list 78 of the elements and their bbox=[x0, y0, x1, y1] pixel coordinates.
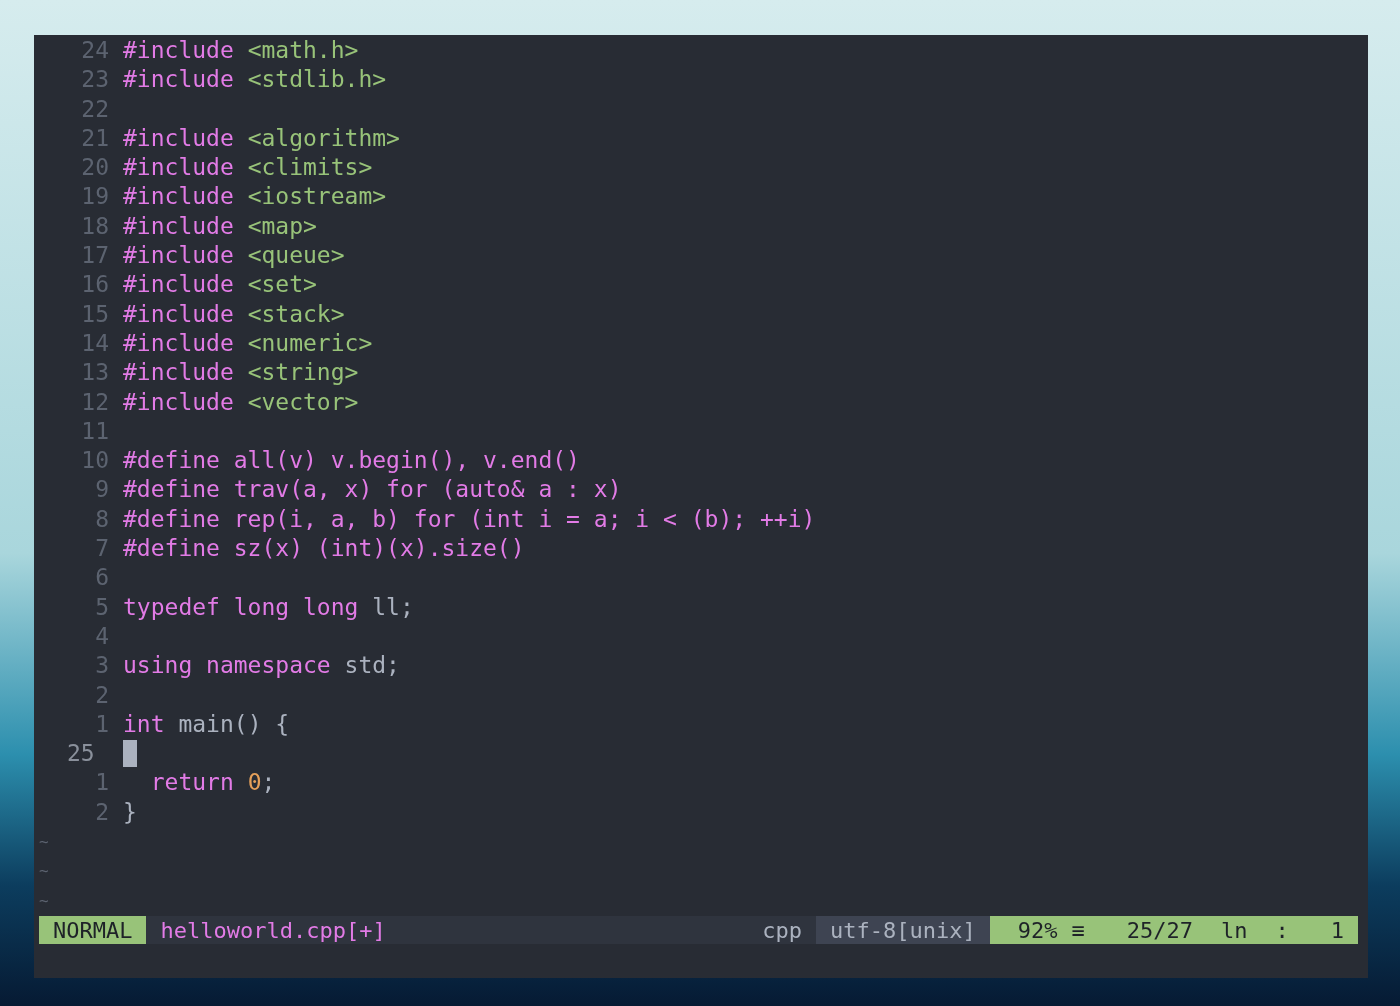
ln-glyph: ln bbox=[1221, 917, 1248, 943]
line-number: 2 bbox=[94, 797, 109, 827]
code-token: ll; bbox=[372, 592, 414, 622]
code-token: #include bbox=[123, 36, 235, 65]
line-number: 5 bbox=[94, 592, 109, 622]
code-token: <set> bbox=[247, 270, 317, 300]
line-number: 23 bbox=[80, 65, 109, 95]
code-token: #include bbox=[123, 182, 235, 212]
code-token: #include bbox=[123, 299, 235, 329]
code-token: <stack> bbox=[247, 299, 345, 329]
scroll-percent: 92% bbox=[1017, 917, 1058, 943]
empty-line-marker: ~ bbox=[39, 889, 49, 912]
code-token: <string> bbox=[247, 358, 359, 388]
line-number: 7 bbox=[94, 534, 109, 564]
code-token: <algorithm> bbox=[247, 123, 400, 153]
line-number: 25 bbox=[67, 739, 96, 769]
code-token: main() { bbox=[178, 709, 290, 739]
code-token: int bbox=[123, 709, 166, 739]
line-number: 17 bbox=[80, 241, 109, 271]
line-number: 20 bbox=[80, 153, 109, 183]
code-token: #include bbox=[123, 211, 235, 241]
line-number: 13 bbox=[80, 358, 109, 388]
code-token: <vector> bbox=[247, 387, 359, 417]
line-number: 19 bbox=[80, 182, 109, 212]
line-number: 12 bbox=[80, 387, 109, 417]
line-number: 21 bbox=[80, 123, 109, 153]
line-number: 8 bbox=[94, 504, 109, 534]
code-token: #define all(v) v.begin(), v.end() bbox=[123, 446, 580, 476]
code-token: #define rep(i, a, b) for (int i = a; i < (b); ++i) bbox=[123, 504, 816, 534]
code-token: std; bbox=[344, 651, 400, 681]
line-number: 24 bbox=[80, 36, 109, 65]
line-number: 15 bbox=[80, 299, 109, 329]
code-token: typedef long long bbox=[123, 592, 360, 622]
code-token: <numeric> bbox=[247, 328, 373, 358]
file-type: cpp bbox=[761, 917, 804, 943]
line-number: 10 bbox=[80, 446, 109, 476]
code-token: 0 bbox=[247, 768, 262, 798]
code-token: #include bbox=[123, 123, 235, 153]
code-token: #include bbox=[123, 270, 235, 300]
code-token: <map> bbox=[247, 211, 317, 241]
lines-glyph: ≡ bbox=[1071, 917, 1085, 943]
code-token: ; bbox=[261, 768, 276, 798]
separator: : bbox=[1275, 917, 1289, 943]
code-token: <queue> bbox=[247, 241, 345, 271]
code-token: #include bbox=[123, 153, 235, 183]
code-token: <stdlib.h> bbox=[247, 65, 387, 95]
line-number: 2 bbox=[94, 680, 109, 710]
code-token: <climits> bbox=[247, 153, 373, 183]
code-token: #include bbox=[123, 358, 235, 388]
empty-line-marker: ~ bbox=[39, 831, 49, 853]
line-number: 6 bbox=[94, 563, 109, 593]
file-encoding: utf-8[unix] bbox=[816, 916, 990, 944]
code-token: #define sz(x) (int)(x).size() bbox=[123, 534, 525, 564]
column-number: 1 bbox=[1330, 917, 1344, 943]
line-number: 1 bbox=[94, 768, 109, 798]
empty-line-marker: ~ bbox=[39, 860, 49, 883]
code-token: #define trav(a, x) for (auto& a : x) bbox=[123, 475, 622, 505]
code-token: #include bbox=[123, 241, 235, 271]
line-position: 25/27 bbox=[1126, 917, 1193, 943]
line-number: 1 bbox=[94, 709, 109, 739]
line-number: 3 bbox=[94, 651, 109, 681]
code-token: return bbox=[149, 768, 235, 798]
line-number: 22 bbox=[80, 94, 109, 124]
file-name: helloworld.cpp[+] bbox=[159, 917, 386, 943]
code-token: <iostream> bbox=[247, 182, 387, 212]
mode-indicator: NORMAL bbox=[39, 916, 147, 944]
line-number: 14 bbox=[80, 328, 109, 358]
line-number: 11 bbox=[80, 416, 109, 446]
line-number: 16 bbox=[80, 270, 109, 300]
code-token: using namespace bbox=[123, 651, 332, 681]
line-number: 4 bbox=[94, 621, 109, 651]
code-token: <math.h> bbox=[247, 36, 359, 65]
code-token: #include bbox=[123, 65, 235, 95]
code-token: #include bbox=[123, 387, 235, 417]
code-token: } bbox=[123, 797, 137, 827]
line-number: 9 bbox=[94, 475, 109, 505]
code-token: #include bbox=[123, 328, 235, 358]
line-number: 18 bbox=[80, 211, 109, 241]
